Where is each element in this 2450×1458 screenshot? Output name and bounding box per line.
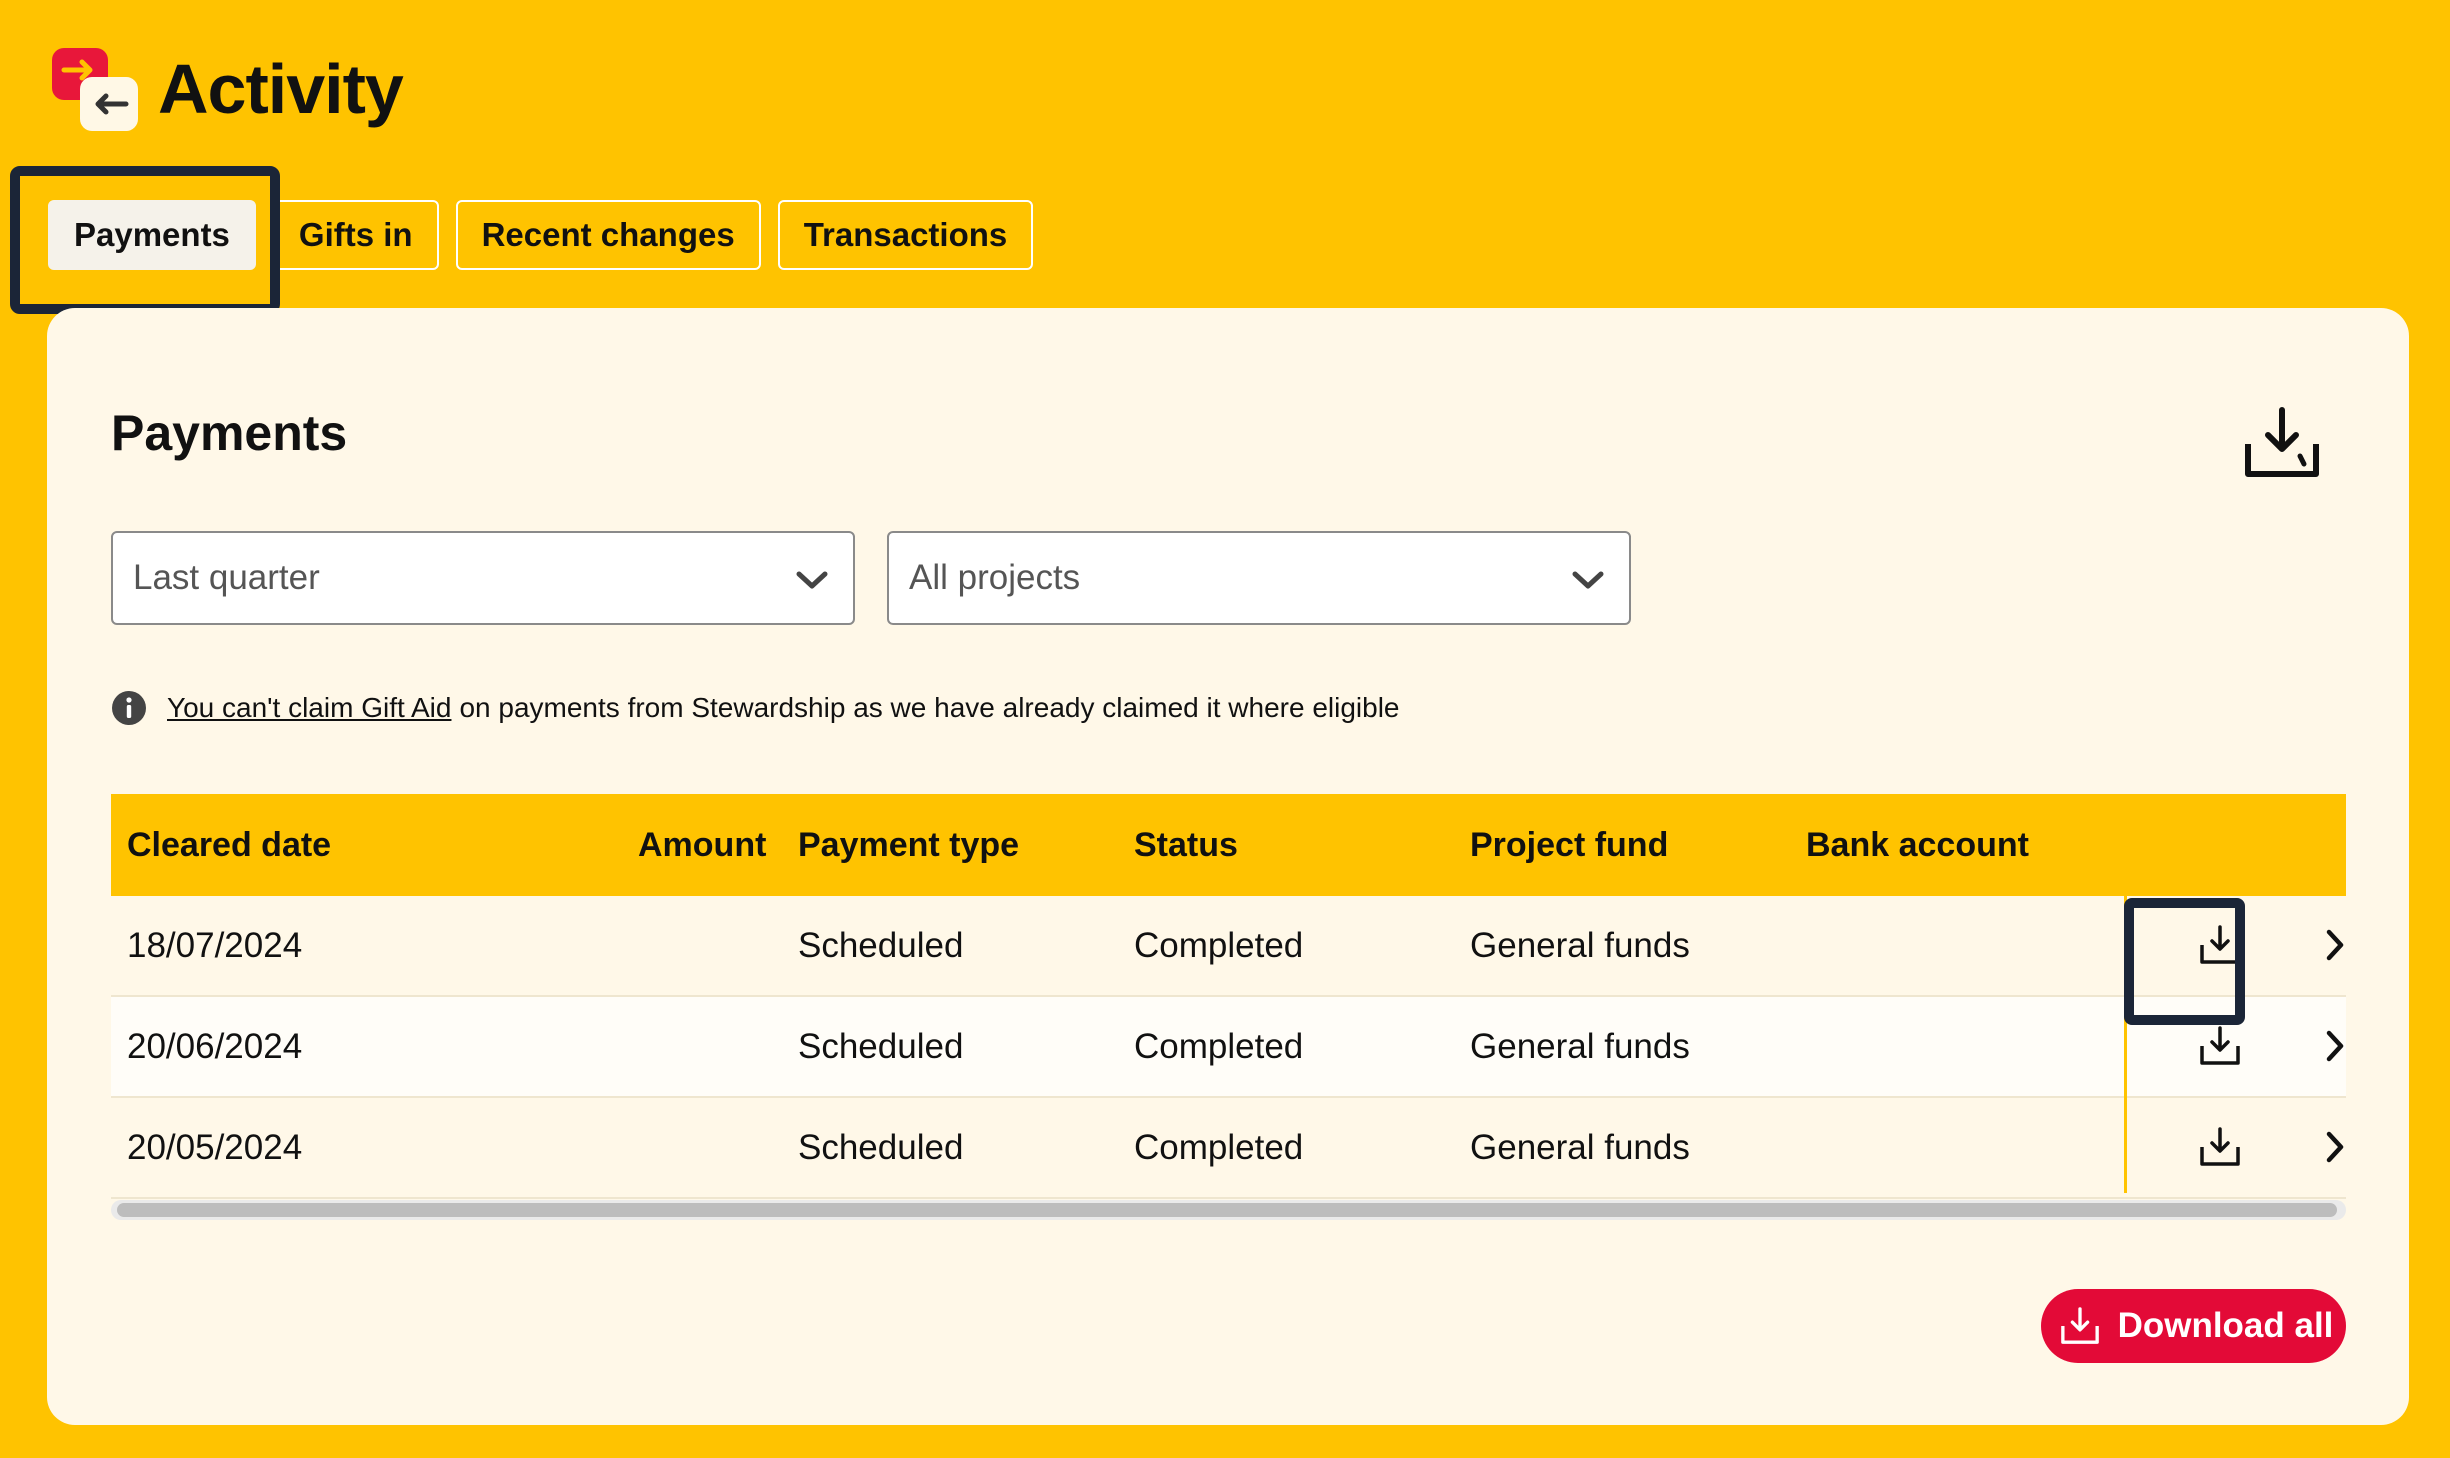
activity-arrows-icon — [50, 44, 140, 134]
tab-transactions[interactable]: Transactions — [777, 200, 1034, 270]
cell-cleared-date: 20/06/2024 — [127, 1026, 303, 1066]
tab-bar: Payments Gifts in Recent changes Transac… — [48, 200, 1034, 270]
row-download-icon[interactable] — [2199, 1126, 2241, 1168]
card-title: Payments — [111, 405, 348, 461]
chevron-right-icon[interactable] — [2319, 927, 2349, 963]
download-all-button[interactable]: Download all — [2041, 1289, 2346, 1363]
project-select-value: All projects — [909, 558, 1081, 597]
cell-payment-type: Scheduled — [798, 1127, 964, 1167]
cell-project-fund: General funds — [1470, 1127, 1690, 1167]
chevron-right-icon[interactable] — [2319, 1129, 2349, 1165]
cell-status: Completed — [1134, 1026, 1304, 1066]
info-icon — [112, 691, 146, 725]
chevron-down-icon — [1572, 571, 1604, 589]
table-horizontal-scrollbar[interactable] — [111, 1200, 2346, 1220]
column-header-status[interactable]: Status — [1134, 826, 1238, 865]
gift-aid-link[interactable]: You can't claim Gift Aid — [167, 692, 451, 724]
period-select-value: Last quarter — [133, 558, 320, 597]
payments-table: Cleared date Amount Payment type Status … — [111, 794, 2346, 1199]
download-all-label: Download all — [2117, 1306, 2334, 1345]
download-icon[interactable] — [2242, 404, 2322, 484]
cell-payment-type: Scheduled — [798, 1026, 964, 1066]
tab-gifts-in[interactable]: Gifts in — [272, 200, 439, 270]
cell-payment-type: Scheduled — [798, 925, 964, 965]
cell-project-fund: General funds — [1470, 1026, 1690, 1066]
notice-text: on payments from Stewardship as we have … — [459, 692, 1400, 723]
cell-status: Completed — [1134, 1127, 1304, 1167]
cell-cleared-date: 18/07/2024 — [127, 925, 303, 965]
page-header: Activity — [50, 44, 404, 134]
column-header-amount[interactable]: Amount — [638, 826, 766, 865]
cell-status: Completed — [1134, 925, 1304, 965]
tab-payments[interactable]: Payments — [48, 200, 256, 270]
chevron-right-icon[interactable] — [2319, 1028, 2349, 1064]
cell-project-fund: General funds — [1470, 925, 1690, 965]
column-header-bank-account[interactable]: Bank account — [1806, 826, 2029, 865]
table-row: 20/05/2024 Scheduled Completed General f… — [111, 1098, 2346, 1199]
row-download-icon[interactable] — [2199, 924, 2241, 966]
cell-cleared-date: 20/05/2024 — [127, 1127, 303, 1167]
project-select[interactable]: All projects — [887, 531, 1631, 625]
table-row: 18/07/2024 Scheduled Completed General f… — [111, 896, 2346, 997]
table-header: Cleared date Amount Payment type Status … — [111, 794, 2346, 896]
gift-aid-notice: You can't claim Gift Aid on payments fro… — [111, 690, 1400, 726]
row-download-icon[interactable] — [2199, 1025, 2241, 1067]
scrollbar-thumb[interactable] — [117, 1203, 2337, 1217]
download-icon — [2060, 1307, 2099, 1344]
chevron-down-icon — [796, 571, 828, 589]
page-title: Activity — [158, 50, 404, 128]
column-header-project-fund[interactable]: Project fund — [1470, 826, 1668, 865]
tab-recent-changes[interactable]: Recent changes — [455, 200, 761, 270]
period-select[interactable]: Last quarter — [111, 531, 855, 625]
column-header-cleared-date[interactable]: Cleared date — [127, 826, 331, 865]
column-header-payment-type[interactable]: Payment type — [798, 826, 1019, 865]
sticky-column-divider — [2124, 794, 2127, 1193]
table-row: 20/06/2024 Scheduled Completed General f… — [111, 997, 2346, 1098]
